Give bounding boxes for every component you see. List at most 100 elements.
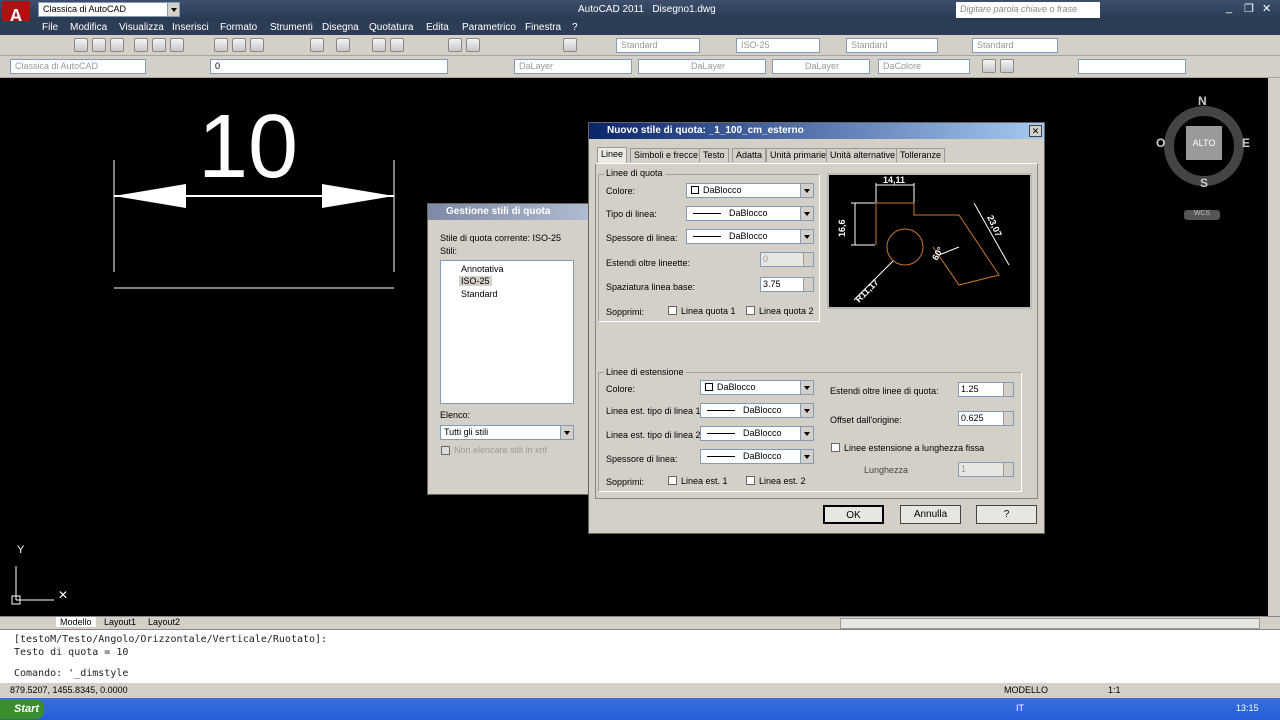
annotation-scale[interactable]: 1:1 <box>1108 685 1121 695</box>
minimize-icon[interactable]: _ <box>1226 2 1232 14</box>
print-icon[interactable] <box>134 38 148 52</box>
horizontal-scrollbar[interactable] <box>840 618 1260 629</box>
baseline-spacing-spinner[interactable]: 3.75 <box>760 277 814 292</box>
manager-title[interactable]: Gestione stili di quota <box>428 204 591 220</box>
cut-icon[interactable] <box>214 38 228 52</box>
restore-icon[interactable]: ❐ <box>1244 2 1254 15</box>
zoom-icon[interactable] <box>390 38 404 52</box>
fixed-length-checkbox[interactable] <box>831 443 840 452</box>
dim-linetype-select[interactable]: DaBlocco <box>686 206 814 221</box>
compass-south[interactable]: S <box>1200 176 1208 190</box>
dim-color-select[interactable]: DaBlocco <box>686 183 814 198</box>
search-input[interactable]: Digitare parola chiave o frase <box>956 2 1100 18</box>
menu-finestra[interactable]: Finestra <box>525 22 561 33</box>
layer-select[interactable]: 0 <box>210 59 448 74</box>
extend-beyond-spinner[interactable]: 1.25 <box>958 382 1014 397</box>
suppress-dimline1-checkbox[interactable] <box>668 306 677 315</box>
command-line[interactable]: [testoM/Testo/Angolo/Orizzontale/Vertica… <box>0 629 1280 682</box>
cancel-button[interactable]: Annulla <box>900 505 961 524</box>
workspace-select[interactable]: Classica di AutoCAD <box>38 2 180 17</box>
text-style-select[interactable]: Standard <box>616 38 700 53</box>
style-annotativa[interactable]: Annotativa <box>461 264 504 274</box>
ok-button[interactable]: OK <box>823 505 884 524</box>
list-filter-select[interactable]: Tutti gli stili <box>440 425 574 440</box>
help-button[interactable]: ? <box>976 505 1037 524</box>
ext-lw-select[interactable]: DaBlocco <box>700 449 814 464</box>
tab-tolleranze[interactable]: Tolleranze <box>896 148 946 162</box>
mleader-style-select[interactable]: Standard <box>972 38 1058 53</box>
xref-checkbox[interactable] <box>441 446 450 455</box>
menu-formato[interactable]: Formato <box>220 22 257 33</box>
suppress-ext1-checkbox[interactable] <box>668 476 677 485</box>
pan-realtime-icon[interactable] <box>982 59 996 73</box>
tab-adatta[interactable]: Adatta <box>732 148 767 162</box>
model-space-toggle[interactable]: MODELLO <box>1004 685 1048 695</box>
linetype-select[interactable]: DaLayer <box>638 59 766 74</box>
dim-lineweight-select[interactable]: DaBlocco <box>686 229 814 244</box>
paste-icon[interactable] <box>250 38 264 52</box>
language-indicator[interactable]: IT <box>1016 703 1024 713</box>
menu-quotatura[interactable]: Quotatura <box>369 22 413 33</box>
compass-west[interactable]: O <box>1156 136 1165 150</box>
tab-unita-primarie[interactable]: Unità primarie <box>766 148 831 162</box>
tab-simboli[interactable]: Simboli e frecce <box>630 148 703 162</box>
workspace-toolbar-select[interactable]: Classica di AutoCAD <box>10 59 146 74</box>
menu-visualizza[interactable]: Visualizza <box>119 22 164 33</box>
lineweight-select[interactable]: DaLayer <box>772 59 870 74</box>
length-spinner[interactable]: 1 <box>958 462 1014 477</box>
ext-lt1-select[interactable]: DaBlocco <box>700 403 814 418</box>
vertical-scrollbar[interactable] <box>1268 78 1280 616</box>
viewcube-face[interactable]: ALTO <box>1186 126 1222 160</box>
extend-ticks-spinner[interactable]: 0 <box>760 252 814 267</box>
compass-north[interactable]: N <box>1198 94 1207 108</box>
compass-east[interactable]: E <box>1242 136 1250 150</box>
tab-testo[interactable]: Testo <box>699 148 729 162</box>
blank-select[interactable] <box>1078 59 1186 74</box>
styles-list[interactable]: Annotativa ISO-25 Standard <box>440 260 574 404</box>
dialog-close-button[interactable]: ✕ <box>1029 125 1042 137</box>
plotstyle-select[interactable]: DaColore <box>878 59 970 74</box>
suppress-dimline2-checkbox[interactable] <box>746 306 755 315</box>
menu-disegna[interactable]: Disegna <box>322 22 359 33</box>
save-icon[interactable] <box>110 38 124 52</box>
designcenter-icon[interactable] <box>466 38 480 52</box>
menu-edita[interactable]: Edita <box>426 22 449 33</box>
copy-icon[interactable] <box>232 38 246 52</box>
zoom-realtime-icon[interactable] <box>1000 59 1014 73</box>
open-icon[interactable] <box>92 38 106 52</box>
color-select[interactable]: DaLayer <box>514 59 632 74</box>
start-button[interactable]: Start <box>0 699 44 719</box>
style-iso25[interactable]: ISO-25 <box>459 276 492 286</box>
command-prompt[interactable]: Comando: '_dimstyle <box>14 668 128 679</box>
menu-strumenti[interactable]: Strumenti <box>270 22 313 33</box>
offset-origin-spinner[interactable]: 0.625 <box>958 411 1014 426</box>
menu-modifica[interactable]: Modifica <box>70 22 107 33</box>
help-icon[interactable] <box>563 38 577 52</box>
suppress-ext2-checkbox[interactable] <box>746 476 755 485</box>
tab-linee[interactable]: Linee <box>597 147 628 163</box>
dialog-title[interactable]: Nuovo stile di quota: _1_100_cm_esterno <box>589 123 1044 139</box>
close-icon[interactable]: ✕ <box>1262 2 1271 15</box>
tab-modello[interactable]: Modello <box>56 617 96 627</box>
ext-lt2-select[interactable]: DaBlocco <box>700 426 814 441</box>
properties-icon[interactable] <box>448 38 462 52</box>
undo-icon[interactable] <box>310 38 324 52</box>
menu-file[interactable]: File <box>42 22 58 33</box>
preview-icon[interactable] <box>152 38 166 52</box>
tab-layout2[interactable]: Layout2 <box>144 617 184 627</box>
dim-style-select[interactable]: ISO-25 <box>736 38 820 53</box>
ext-color-select[interactable]: DaBlocco <box>700 380 814 395</box>
menu-parametrico[interactable]: Parametrico <box>462 22 516 33</box>
publish-icon[interactable] <box>170 38 184 52</box>
wcs-menu[interactable]: WCS <box>1184 210 1220 220</box>
redo-icon[interactable] <box>336 38 350 52</box>
viewcube[interactable]: ALTO N S E O <box>1156 94 1250 192</box>
tab-unita-alternative[interactable]: Unità alternative <box>826 148 900 162</box>
pan-icon[interactable] <box>372 38 386 52</box>
style-standard[interactable]: Standard <box>461 289 498 299</box>
menu-inserisci[interactable]: Inserisci <box>172 22 209 33</box>
table-style-select[interactable]: Standard <box>846 38 938 53</box>
new-icon[interactable] <box>74 38 88 52</box>
menu-help[interactable]: ? <box>572 22 578 33</box>
tab-layout1[interactable]: Layout1 <box>100 617 140 627</box>
